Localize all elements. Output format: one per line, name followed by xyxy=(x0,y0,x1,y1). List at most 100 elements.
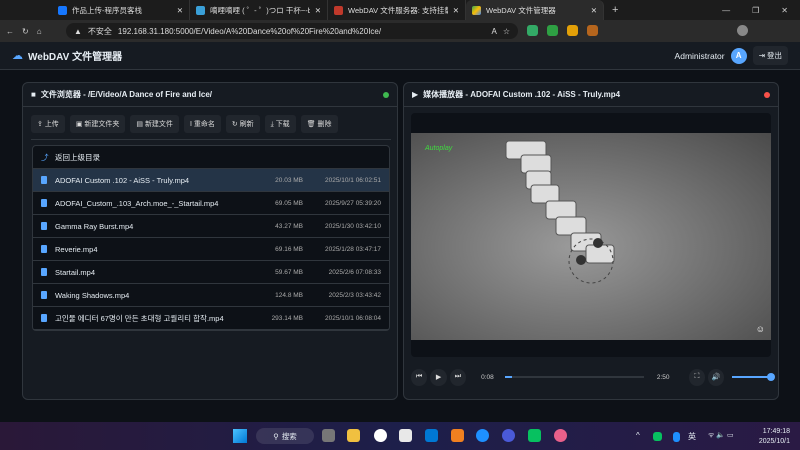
file-browser-panel: ■ 文件浏览器 - /E/Video/A Dance of Fire and Ic… xyxy=(22,82,398,400)
ime-indicator[interactable]: 英 xyxy=(688,431,696,442)
duration: 2:50 xyxy=(656,373,670,381)
volume-icon[interactable]: 🔊 xyxy=(708,368,725,386)
close-window-icon[interactable]: ✕ xyxy=(781,6,788,15)
app-title: WebDAV 文件管理器 xyxy=(28,52,123,63)
new-folder-button[interactable]: ▣ 新建文件夹 xyxy=(69,115,126,133)
system-tray-icons[interactable]: ᯤ 🔈 ▭ xyxy=(708,431,734,440)
home-icon[interactable]: ⌂ xyxy=(37,27,42,36)
search-box[interactable]: ⚲ 搜索 xyxy=(256,428,314,444)
avatar[interactable]: A xyxy=(730,47,747,64)
new-tab-icon[interactable]: + xyxy=(612,4,618,16)
file-name: Gamma Ray Burst.mp4 xyxy=(55,221,134,231)
cookie-icon[interactable] xyxy=(587,25,598,36)
volume-knob[interactable] xyxy=(766,373,775,381)
play-button[interactable]: ▶ xyxy=(430,368,447,386)
refresh-button[interactable]: ↻ 刷新 xyxy=(225,115,260,133)
favorite-icon[interactable]: ☆ xyxy=(503,27,510,36)
video-file-icon xyxy=(41,199,47,207)
delete-button[interactable]: 🗑 删除 xyxy=(300,115,338,133)
deepseek-icon[interactable] xyxy=(502,429,515,442)
edge-icon[interactable] xyxy=(476,429,489,442)
bluetooth-icon[interactable] xyxy=(673,432,680,442)
site-icon xyxy=(58,5,67,15)
current-time: 0:08 xyxy=(481,373,494,381)
volume-fill xyxy=(732,376,771,378)
new-file-button[interactable]: ▤ 新建文件 xyxy=(130,115,179,133)
clock[interactable]: 17:49:18 2025/10/1 xyxy=(759,427,790,447)
app-icon[interactable] xyxy=(451,429,464,442)
file-row[interactable]: ADOFAI_Custom_.103_Arch.moe_-_Startail.m… xyxy=(33,192,389,215)
previous-button[interactable]: ⏮ xyxy=(411,368,428,386)
progress-slider[interactable] xyxy=(505,376,644,378)
close-tab-icon[interactable]: ✕ xyxy=(177,6,183,15)
video-player[interactable]: Autoplay ☺ xyxy=(411,113,771,357)
browser-tab-active[interactable]: WebDAV 文件管理器 ✕ xyxy=(466,0,604,20)
file-name: ADOFAI_Custom_.103_Arch.moe_-_Startail.m… xyxy=(55,198,219,208)
minimize-icon[interactable]: — xyxy=(722,6,730,15)
mongodb-icon[interactable] xyxy=(374,429,387,442)
video-file-icon xyxy=(41,268,47,276)
game-track-graphic xyxy=(505,140,615,284)
url-field[interactable]: ▲ 不安全 192.168.31.180:5000/E/Video/A%20Da… xyxy=(66,23,518,39)
profile-icon[interactable] xyxy=(737,25,748,36)
back-icon[interactable]: ← xyxy=(6,27,14,36)
browser-tab[interactable]: 嘀哩嘀哩 ( ゜- ゜)つロ 干杯~-bilibili✕ xyxy=(190,0,328,20)
video-frame[interactable]: Autoplay ☺ xyxy=(411,133,771,340)
file-explorer-icon[interactable] xyxy=(347,429,360,442)
security-label: 不安全 xyxy=(87,26,112,36)
file-date: 2025/1/30 03:42:10 xyxy=(324,222,381,230)
browser-tab[interactable]: WebDAV 文件服务器: 支持挂载用✕ xyxy=(328,0,466,20)
file-size: 43.27 MB xyxy=(275,222,303,230)
task-view-icon[interactable] xyxy=(322,429,335,442)
file-row[interactable]: Startail.mp4 59.67 MB 2025/2/6 07:08:33 xyxy=(33,261,389,284)
file-toolbar: ⇪ 上传 ▣ 新建文件夹 ▤ 新建文件 I 重命名 ↻ 刷新 ⤓ 下载 🗑 删除 xyxy=(31,107,391,140)
chevron-up-icon[interactable]: ^ xyxy=(636,431,640,440)
site-icon xyxy=(334,5,343,15)
bilibili-icon xyxy=(196,5,205,15)
restore-icon[interactable]: ❐ xyxy=(752,6,759,15)
play-circle-icon: ▶ xyxy=(412,90,419,99)
file-row[interactable]: Reverie.mp4 69.16 MB 2025/1/28 03:47:17 xyxy=(33,238,389,261)
app-icon[interactable] xyxy=(399,429,412,442)
progress-fill xyxy=(505,376,512,378)
browser-tab-bar: 作品上传-程序员客栈✕ 嘀哩嘀哩 ( ゜- ゜)つロ 干杯~-bilibili✕… xyxy=(0,0,800,20)
app-header: ☁ WebDAV 文件管理器 Administrator A ⇥ 登出 xyxy=(0,42,800,70)
up-arrow-icon: ⤴ xyxy=(41,152,49,162)
file-date: 2025/10/1 06:02:51 xyxy=(324,176,381,184)
file-row[interactable]: Gamma Ray Burst.mp4 43.27 MB 2025/1/30 03:… xyxy=(33,215,389,238)
upload-button[interactable]: ⇪ 上传 xyxy=(31,115,65,133)
close-tab-icon[interactable]: ✕ xyxy=(453,6,459,15)
next-button[interactable]: ⏭ xyxy=(449,368,467,386)
file-row[interactable]: 고인물 에디터 67명이 만든 초대형 고퀄리티 합작.mp4 293.14 MB… xyxy=(33,307,389,330)
reload-icon[interactable]: ↻ xyxy=(22,27,29,36)
file-size: 293.14 MB xyxy=(271,314,303,322)
parent-directory-row[interactable]: ⤴ 返回上级目录 xyxy=(33,146,389,169)
video-file-icon xyxy=(41,245,47,253)
close-tab-icon[interactable]: ✕ xyxy=(591,6,597,15)
cloud-icon: ☁ xyxy=(12,50,23,62)
video-file-icon xyxy=(41,291,47,299)
wechat-tray-icon[interactable] xyxy=(653,432,662,441)
file-date: 2025/10/1 06:08:04 xyxy=(324,314,381,322)
panel-title: 媒体播放器 - ADOFAI Custom .102 - AiSS - Trul… xyxy=(423,90,621,99)
wechat-icon[interactable] xyxy=(528,429,541,442)
file-row[interactable]: ADOFAI Custom .102 - AiSS - Truly.mp4 20.… xyxy=(33,169,389,192)
extension-icon[interactable] xyxy=(527,25,538,36)
extension-icon[interactable] xyxy=(567,25,578,36)
file-row[interactable]: Waking Shadows.mp4 124.8 MB 2025/2/3 03:43… xyxy=(33,284,389,307)
file-date: 2025/2/3 03:43:42 xyxy=(328,291,381,299)
video-file-icon xyxy=(41,314,47,322)
fullscreen-button[interactable]: ⛶ xyxy=(688,368,706,386)
folder-icon: ■ xyxy=(31,90,36,99)
app-icon[interactable] xyxy=(554,429,567,442)
rename-button[interactable]: I 重命名 xyxy=(183,115,221,133)
vscode-icon[interactable] xyxy=(425,429,438,442)
browser-tab[interactable]: 作品上传-程序员客栈 ✕ xyxy=(52,0,190,20)
close-tab-icon[interactable]: ✕ xyxy=(315,6,321,15)
logout-button[interactable]: ⇥ 登出 xyxy=(752,46,788,65)
read-aloud-icon[interactable]: A xyxy=(491,27,496,36)
download-button[interactable]: ⤓ 下载 xyxy=(264,115,296,133)
start-icon[interactable] xyxy=(233,429,247,443)
volume-slider[interactable] xyxy=(732,373,775,381)
shield-extension-icon[interactable] xyxy=(547,25,558,36)
